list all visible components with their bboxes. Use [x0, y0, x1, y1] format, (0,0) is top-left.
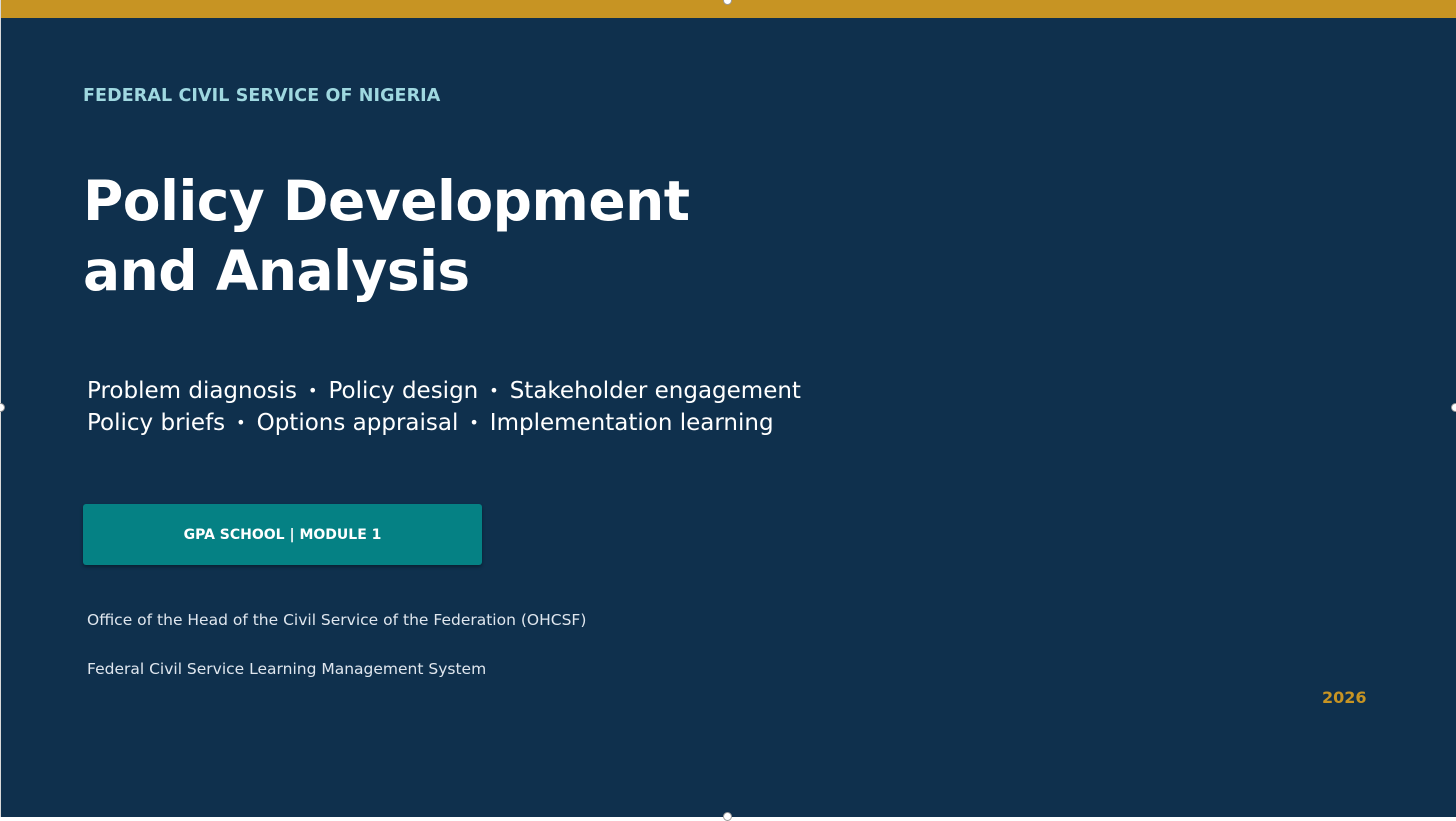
- topic-item: Options appraisal: [256, 410, 459, 436]
- topic-item: Implementation learning: [489, 410, 774, 436]
- lms-text: Federal Civil Service Learning Managemen…: [87, 660, 487, 678]
- topics-row-1: Problem diagnosis • Policy design • Stakehol…: [87, 375, 801, 407]
- office-text: Office of the Head of the Civil Service …: [87, 611, 587, 629]
- slide-canvas[interactable]: FEDERAL CIVIL SERVICE OF NIGERIA Policy …: [0, 0, 1456, 817]
- bullet-separator: •: [469, 413, 479, 432]
- bullet-separator: •: [308, 381, 318, 400]
- topics-list: Problem diagnosis • Policy design • Stakehol…: [87, 375, 801, 439]
- topic-item: Policy briefs: [87, 410, 226, 436]
- organization-label: FEDERAL CIVIL SERVICE OF NIGERIA: [83, 86, 441, 106]
- module-badge-label: GPA SCHOOL | MODULE 1: [183, 526, 382, 543]
- resize-handle-right[interactable]: [1451, 403, 1456, 412]
- module-badge: GPA SCHOOL | MODULE 1: [83, 504, 482, 565]
- topic-item: Problem diagnosis: [87, 378, 298, 404]
- topic-item: Stakeholder engagement: [509, 378, 801, 404]
- title-line-2: and Analysis: [83, 239, 470, 303]
- title-line-1: Policy Development: [83, 169, 690, 233]
- topics-row-2: Policy briefs • Options appraisal • Implemen…: [87, 407, 801, 439]
- topic-item: Policy design: [328, 378, 479, 404]
- bullet-separator: •: [489, 381, 499, 400]
- page-title: Policy Development and Analysis: [83, 166, 690, 306]
- year-label: 2026: [1322, 688, 1367, 707]
- bullet-separator: •: [236, 413, 246, 432]
